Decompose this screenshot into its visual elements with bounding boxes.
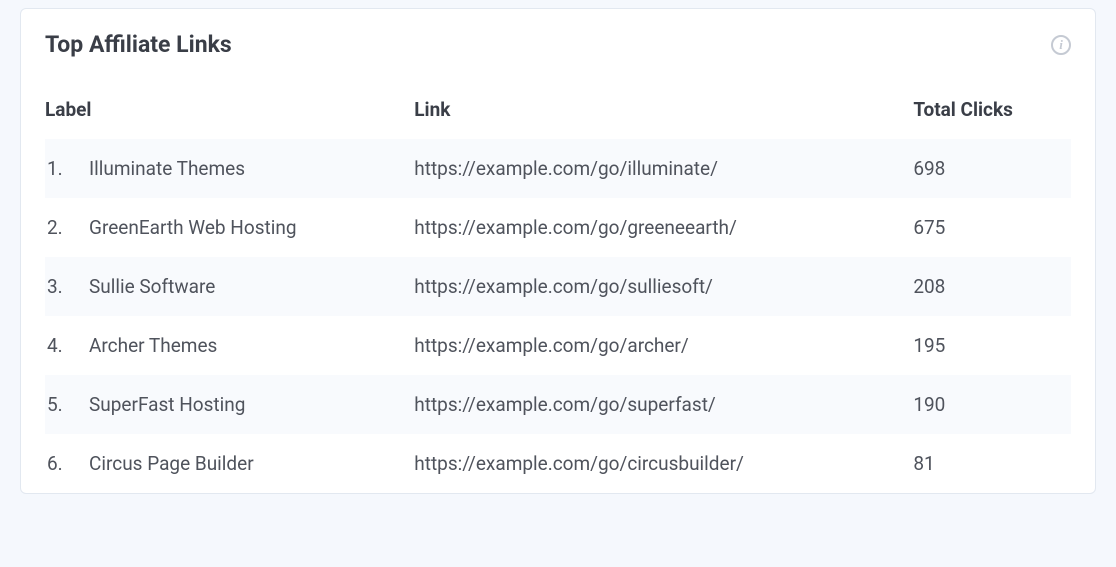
row-label: Illuminate Themes: [89, 157, 414, 180]
table-body: 1.Illuminate Themeshttps://example.com/g…: [45, 139, 1071, 493]
cell-label: 5.SuperFast Hosting: [45, 393, 414, 416]
table-header: Label Link Total Clicks: [45, 84, 1071, 139]
column-header-link: Link: [414, 98, 913, 121]
row-label: Archer Themes: [89, 334, 414, 357]
table-row: 2.GreenEarth Web Hostinghttps://example.…: [45, 198, 1071, 257]
row-number: 2.: [45, 216, 89, 239]
table-row: 6.Circus Page Builderhttps://example.com…: [45, 434, 1071, 493]
cell-label: 6.Circus Page Builder: [45, 452, 414, 475]
row-number: 6.: [45, 452, 89, 475]
cell-clicks: 675: [913, 216, 1071, 239]
cell-link: https://example.com/go/superfast/: [414, 393, 913, 416]
cell-link: https://example.com/go/circusbuilder/: [414, 452, 913, 475]
cell-clicks: 698: [913, 157, 1071, 180]
row-label: GreenEarth Web Hosting: [89, 216, 414, 239]
table-row: 1.Illuminate Themeshttps://example.com/g…: [45, 139, 1071, 198]
cell-link: https://example.com/go/archer/: [414, 334, 913, 357]
row-label: SuperFast Hosting: [89, 393, 414, 416]
cell-label: 3.Sullie Software: [45, 275, 414, 298]
row-number: 4.: [45, 334, 89, 357]
cell-label: 1.Illuminate Themes: [45, 157, 414, 180]
affiliate-links-table: Label Link Total Clicks 1.Illuminate The…: [45, 84, 1071, 493]
column-header-label: Label: [45, 98, 414, 121]
table-row: 4.Archer Themeshttps://example.com/go/ar…: [45, 316, 1071, 375]
cell-clicks: 190: [913, 393, 1071, 416]
row-label: Sullie Software: [89, 275, 414, 298]
info-icon[interactable]: i: [1051, 35, 1071, 55]
cell-link: https://example.com/go/greeneearth/: [414, 216, 913, 239]
cell-clicks: 208: [913, 275, 1071, 298]
cell-clicks: 81: [913, 452, 1071, 475]
table-row: 5.SuperFast Hostinghttps://example.com/g…: [45, 375, 1071, 434]
row-number: 3.: [45, 275, 89, 298]
cell-link: https://example.com/go/sulliesoft/: [414, 275, 913, 298]
top-affiliate-links-card: Top Affiliate Links i Label Link Total C…: [20, 8, 1096, 494]
row-number: 1.: [45, 157, 89, 180]
cell-label: 2.GreenEarth Web Hosting: [45, 216, 414, 239]
row-number: 5.: [45, 393, 89, 416]
cell-label: 4.Archer Themes: [45, 334, 414, 357]
card-title: Top Affiliate Links: [45, 31, 232, 58]
table-row: 3.Sullie Softwarehttps://example.com/go/…: [45, 257, 1071, 316]
column-header-clicks: Total Clicks: [913, 98, 1071, 121]
card-header: Top Affiliate Links i: [45, 31, 1071, 58]
cell-clicks: 195: [913, 334, 1071, 357]
row-label: Circus Page Builder: [89, 452, 414, 475]
cell-link: https://example.com/go/illuminate/: [414, 157, 913, 180]
